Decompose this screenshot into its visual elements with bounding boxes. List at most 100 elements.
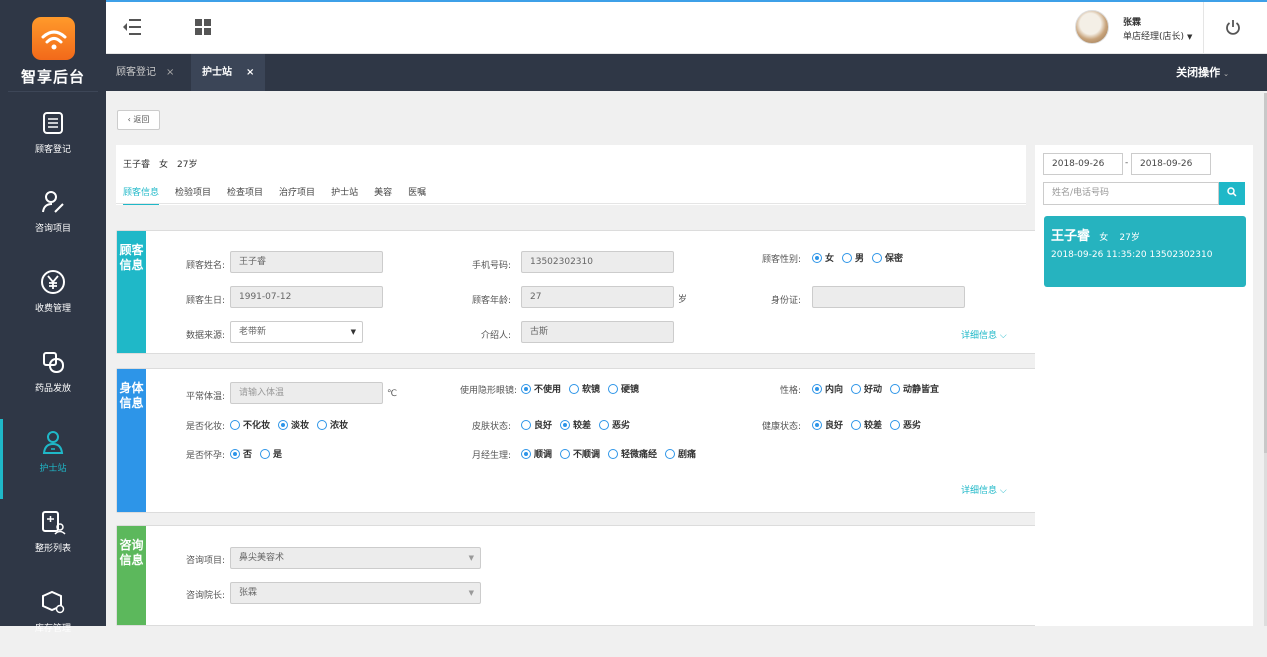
power-icon[interactable] bbox=[1225, 19, 1241, 36]
subtab-customer-info[interactable]: 顾客信息 bbox=[123, 185, 160, 205]
radio-unchecked-icon[interactable] bbox=[230, 420, 240, 430]
tab-nurse-station[interactable]: 护士站 × bbox=[191, 54, 266, 91]
radio-option[interactable]: 是 bbox=[260, 449, 290, 460]
radio-option[interactable]: 良好 bbox=[812, 420, 851, 431]
radio-option[interactable]: 不使用 bbox=[521, 384, 569, 395]
contact-lens-radio-group[interactable]: 不使用 软镜 硬镜 bbox=[521, 382, 647, 395]
radio-unchecked-icon[interactable] bbox=[890, 420, 901, 430]
close-icon[interactable]: × bbox=[246, 67, 254, 78]
radio-checked-icon[interactable] bbox=[521, 384, 531, 394]
age-field[interactable]: 27 bbox=[521, 286, 674, 308]
sidebar-item-inventory[interactable]: 库存管理 bbox=[0, 587, 106, 657]
radio-checked-icon[interactable] bbox=[812, 253, 822, 263]
id-card-field[interactable] bbox=[812, 286, 965, 308]
detail-info-link[interactable]: 详细信息 ⌵ bbox=[961, 328, 1007, 341]
radio-unchecked-icon[interactable] bbox=[569, 384, 580, 394]
radio-unchecked-icon[interactable] bbox=[872, 253, 883, 263]
radio-option[interactable]: 良好 bbox=[521, 420, 560, 431]
radio-checked-icon[interactable] bbox=[812, 420, 822, 430]
sidebar-item-charges[interactable]: 收费管理 bbox=[0, 267, 106, 337]
radio-option[interactable]: 保密 bbox=[872, 253, 911, 264]
radio-checked-icon[interactable] bbox=[560, 420, 571, 430]
field-label: 平常体温: bbox=[185, 392, 225, 402]
temperature-field[interactable]: 请输入体温 bbox=[230, 382, 383, 404]
consult-item-select[interactable]: 鼻尖美容术 ▼ bbox=[230, 547, 481, 569]
avatar[interactable] bbox=[1075, 10, 1109, 44]
skin-radio-group[interactable]: 良好 较差 恶劣 bbox=[521, 418, 638, 431]
radio-option[interactable]: 硬镜 bbox=[608, 384, 647, 395]
radio-checked-icon[interactable] bbox=[521, 449, 531, 459]
sidebar-item-medicine[interactable]: 药品发放 bbox=[0, 347, 106, 417]
radio-unchecked-icon[interactable] bbox=[842, 253, 853, 263]
menstruation-radio-group[interactable]: 顺调 不顺调 轻微痛经 剧痛 bbox=[521, 447, 704, 460]
radio-option[interactable]: 男 bbox=[842, 253, 872, 264]
subtab-treatment-items[interactable]: 治疗项目 bbox=[279, 185, 315, 203]
consult-dean-select[interactable]: 张霖 ▼ bbox=[230, 582, 481, 604]
radio-unchecked-icon[interactable] bbox=[665, 449, 676, 459]
sidebar-item-consult[interactable]: 咨询项目 bbox=[0, 187, 106, 257]
customer-name-field[interactable]: 王子睿 bbox=[230, 251, 383, 273]
radio-option[interactable]: 淡妆 bbox=[278, 420, 317, 431]
radio-option[interactable]: 内向 bbox=[812, 384, 851, 395]
patient-card[interactable]: 王子睿 女 27岁 2018-09-26 11:35:20 1350230231… bbox=[1044, 216, 1246, 287]
sidebar-item-customer-register[interactable]: 顾客登记 bbox=[0, 108, 106, 178]
radio-unchecked-icon[interactable] bbox=[317, 420, 328, 430]
radio-option[interactable]: 浓妆 bbox=[317, 420, 356, 431]
subtab-lab-items[interactable]: 检验项目 bbox=[175, 185, 211, 203]
subtab-nurse-station[interactable]: 护士站 bbox=[331, 185, 358, 203]
radio-option[interactable]: 恶劣 bbox=[890, 420, 929, 431]
date-to-field[interactable]: 2018-09-26 bbox=[1131, 153, 1211, 175]
radio-unchecked-icon[interactable] bbox=[608, 384, 619, 394]
personality-radio-group[interactable]: 内向 好动 动静皆宜 bbox=[812, 382, 947, 395]
pregnancy-radio-group[interactable]: 否是 bbox=[230, 447, 290, 460]
radio-option[interactable]: 软镜 bbox=[569, 384, 608, 395]
phone-field[interactable]: 13502302310 bbox=[521, 251, 674, 273]
grid-icon[interactable] bbox=[195, 19, 211, 35]
radio-option[interactable]: 女 bbox=[812, 253, 842, 264]
referrer-field[interactable]: 古斯 bbox=[521, 321, 674, 343]
radio-unchecked-icon[interactable] bbox=[890, 384, 901, 394]
radio-option[interactable]: 顺调 bbox=[521, 449, 560, 460]
subtab-exam-items[interactable]: 检查项目 bbox=[227, 185, 263, 203]
radio-unchecked-icon[interactable] bbox=[851, 420, 862, 430]
close-icon[interactable]: × bbox=[166, 67, 174, 78]
search-input[interactable]: 姓名/电话号码 bbox=[1043, 182, 1219, 205]
sidebar-item-label: 咨询项目 bbox=[34, 224, 71, 234]
radio-checked-icon[interactable] bbox=[230, 449, 240, 459]
health-radio-group[interactable]: 良好 较差 恶劣 bbox=[812, 418, 929, 431]
radio-option[interactable]: 轻微痛经 bbox=[608, 449, 665, 460]
radio-unchecked-icon[interactable] bbox=[851, 384, 862, 394]
radio-option[interactable]: 较差 bbox=[851, 420, 890, 431]
radio-unchecked-icon[interactable] bbox=[521, 420, 531, 430]
data-source-select[interactable]: 老带新 ▼ bbox=[230, 321, 363, 343]
gender-radio-group[interactable]: 女 男 保密 bbox=[812, 251, 911, 264]
detail-info-link[interactable]: 详细信息 ⌵ bbox=[961, 483, 1007, 496]
radio-option[interactable]: 剧痛 bbox=[665, 449, 704, 460]
radio-option[interactable]: 否 bbox=[230, 449, 260, 460]
close-operations-dropdown[interactable]: 关闭操作 ⌄ bbox=[1176, 54, 1229, 93]
radio-unchecked-icon[interactable] bbox=[608, 449, 619, 459]
search-button[interactable] bbox=[1219, 182, 1245, 205]
radio-unchecked-icon[interactable] bbox=[260, 449, 271, 459]
radio-checked-icon[interactable] bbox=[278, 420, 289, 430]
subtab-beauty[interactable]: 美容 bbox=[374, 185, 392, 203]
user-role-dropdown[interactable]: 单店经理(店长) ▼ bbox=[1123, 29, 1192, 42]
radio-checked-icon[interactable] bbox=[812, 384, 822, 394]
subtab-orders[interactable]: 医嘱 bbox=[408, 185, 426, 203]
radio-unchecked-icon[interactable] bbox=[599, 420, 610, 430]
radio-option[interactable]: 动静皆宜 bbox=[890, 384, 947, 395]
date-from-field[interactable]: 2018-09-26 bbox=[1043, 153, 1123, 175]
sidebar-item-plastic-list[interactable]: 整形列表 bbox=[0, 507, 106, 577]
back-button[interactable]: ‹ 返回 bbox=[117, 110, 160, 130]
radio-option[interactable]: 较差 bbox=[560, 420, 599, 431]
radio-unchecked-icon[interactable] bbox=[560, 449, 571, 459]
birthday-field[interactable]: 1991-07-12 bbox=[230, 286, 383, 308]
sidebar-item-nurse-station[interactable]: 护士站 bbox=[0, 419, 106, 499]
makeup-radio-group[interactable]: 不化妆 淡妆 浓妆 bbox=[230, 418, 356, 431]
radio-option[interactable]: 恶劣 bbox=[599, 420, 638, 431]
radio-option[interactable]: 不化妆 bbox=[230, 420, 278, 431]
menu-collapse-icon[interactable] bbox=[122, 18, 142, 36]
tab-customer-register[interactable]: 顾客登记 × bbox=[116, 54, 174, 91]
radio-option[interactable]: 不顺调 bbox=[560, 449, 608, 460]
radio-option[interactable]: 好动 bbox=[851, 384, 890, 395]
